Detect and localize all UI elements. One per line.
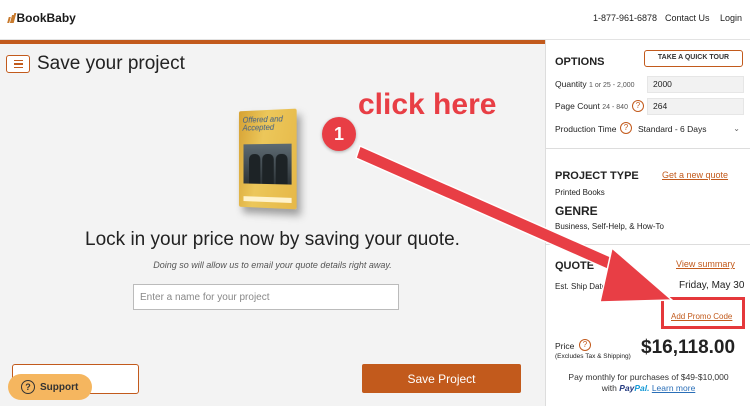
contact-us-link[interactable]: Contact Us [665, 13, 710, 23]
top-navbar: BookBaby 1-877-961-6878 Contact Us Login [0, 0, 750, 40]
quote-sidebar: OPTIONS TAKE A QUICK TOUR Quantity 1 or … [545, 40, 750, 406]
logo-bars-icon [7, 13, 16, 23]
logo-text: BookBaby [16, 11, 76, 25]
project-name-input[interactable] [133, 284, 399, 310]
support-label: Support [40, 381, 79, 393]
annotation-click-here: click here [358, 88, 497, 121]
annotation-step-badge: 1 [322, 117, 356, 151]
book-cover-photo [243, 143, 292, 185]
price-value: $16,118.00 [641, 337, 736, 358]
options-heading: OPTIONS [555, 56, 605, 68]
paypal-logo: PayPal. [619, 383, 650, 393]
paypal-offer-text: Pay monthly for purchases of $49-$10,000 [568, 372, 729, 382]
quantity-hint: 1 or 25 - 2,000 [589, 82, 635, 89]
ship-date-value: Friday, May 30 [679, 280, 745, 291]
menu-toggle-button[interactable] [6, 55, 30, 73]
lock-price-heading: Lock in your price now by saving your qu… [85, 229, 460, 250]
price-label: Price [555, 341, 575, 351]
page-title: Save your project [37, 53, 185, 74]
book-cover-author-band [243, 196, 292, 204]
page-count-hint: 24 - 840 [602, 104, 628, 111]
get-new-quote-link[interactable]: Get a new quote [662, 170, 728, 180]
project-type-heading: PROJECT TYPE [555, 170, 639, 182]
page-count-label: Page Count 24 - 840 [555, 101, 628, 111]
quote-heading: QUOTE [555, 260, 595, 272]
paypal-with: with [601, 383, 617, 393]
page-count-input[interactable]: 264 [647, 98, 744, 115]
quantity-input[interactable]: 2000 [647, 76, 744, 93]
ship-date-label: Est. Ship Date [555, 282, 607, 291]
price-note: (Excludes Tax & Shipping) [555, 353, 631, 360]
save-project-button[interactable]: Save Project [362, 364, 521, 393]
project-type-value: Printed Books [555, 188, 605, 197]
learn-more-link[interactable]: Learn more [652, 383, 695, 393]
book-cover-image: Offered and Accepted [238, 108, 297, 210]
add-promo-code-link[interactable]: Add Promo Code [671, 312, 732, 321]
bookbaby-logo[interactable]: BookBaby [7, 11, 76, 25]
question-circle-icon: ? [21, 380, 35, 394]
chevron-down-icon: ⌄ [733, 124, 740, 133]
quantity-label: Quantity 1 or 25 - 2,000 [555, 79, 635, 89]
page-count-help-icon[interactable]: ? [632, 100, 644, 112]
login-link[interactable]: Login [720, 13, 742, 23]
production-time-label: Production Time [555, 124, 617, 134]
support-button[interactable]: ? Support [8, 374, 92, 400]
divider [546, 244, 750, 245]
price-help-icon[interactable]: ? [579, 339, 591, 351]
production-time-select[interactable]: Standard - 6 Days ⌄ [638, 124, 740, 134]
view-summary-link[interactable]: View summary [676, 259, 735, 269]
hamburger-icon [13, 59, 23, 62]
genre-value: Business, Self-Help, & How-To [555, 222, 664, 231]
phone-number[interactable]: 1-877-961-6878 [593, 13, 657, 23]
book-cover-title: Offered and Accepted [242, 114, 283, 133]
genre-heading: GENRE [555, 204, 598, 218]
divider [546, 148, 750, 149]
lock-price-subtext: Doing so will allow us to email your quo… [153, 260, 392, 270]
quick-tour-button[interactable]: TAKE A QUICK TOUR [644, 50, 743, 67]
production-time-help-icon[interactable]: ? [620, 122, 632, 134]
paypal-offer: Pay monthly for purchases of $49-$10,000… [546, 372, 750, 394]
